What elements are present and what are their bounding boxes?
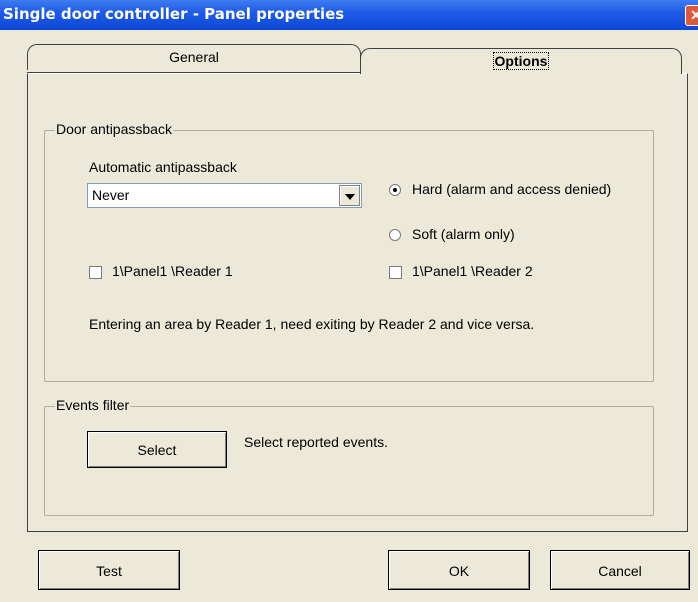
antipassback-legend: Door antipassback <box>55 121 173 137</box>
soft-radio-label[interactable]: Soft (alarm only) <box>412 226 515 242</box>
reader2-label[interactable]: 1\Panel1 \Reader 2 <box>412 263 533 279</box>
reader1-label[interactable]: 1\Panel1 \Reader 1 <box>112 263 233 279</box>
select-events-button[interactable]: Select <box>87 431 227 468</box>
dropdown-arrow-icon[interactable] <box>339 185 360 206</box>
window-title: Single door controller - Panel propertie… <box>3 5 345 23</box>
combo-value: Never <box>92 187 130 203</box>
automatic-antipassback-label: Automatic antipassback <box>89 159 237 175</box>
title-bar: Single door controller - Panel propertie… <box>0 0 698 30</box>
cancel-button-label: Cancel <box>598 563 642 579</box>
test-button[interactable]: Test <box>38 550 180 590</box>
reader2-checkbox[interactable] <box>389 266 402 279</box>
tab-options-label: Options <box>492 52 550 70</box>
ok-button-label: OK <box>448 563 470 579</box>
close-icon: ✕ <box>690 7 698 23</box>
events-filter-legend: Events filter <box>55 397 131 413</box>
hard-radio[interactable] <box>389 184 401 196</box>
select-button-label: Select <box>137 442 177 458</box>
ok-button[interactable]: OK <box>388 550 530 590</box>
events-description: Select reported events. <box>244 434 388 450</box>
cancel-button[interactable]: Cancel <box>550 550 690 590</box>
tab-general-label: General <box>169 49 219 65</box>
hard-radio-label[interactable]: Hard (alarm and access denied) <box>412 181 611 197</box>
close-button[interactable]: ✕ <box>685 5 698 26</box>
tab-general[interactable]: General <box>27 44 361 70</box>
soft-radio[interactable] <box>389 229 401 241</box>
antipassback-note: Entering an area by Reader 1, need exiti… <box>89 316 535 332</box>
automatic-antipassback-select[interactable]: Never <box>87 183 362 208</box>
reader1-checkbox[interactable] <box>89 266 102 279</box>
tab-options[interactable]: Options <box>360 48 682 74</box>
test-button-label: Test <box>96 563 122 579</box>
